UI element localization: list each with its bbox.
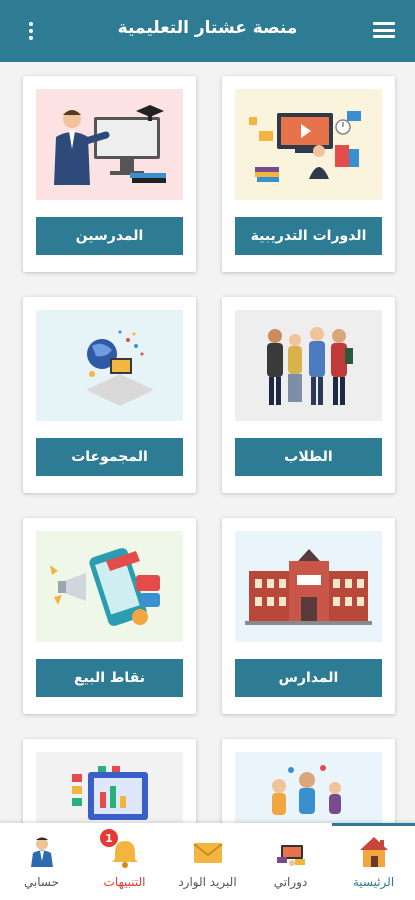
nav-account[interactable]: حسابي [0, 831, 83, 895]
card-training-courses[interactable]: الدورات التدريبية [222, 76, 395, 272]
app-title: منصة عشتار التعليمية [117, 18, 298, 38]
card-label: نقاط البيع [36, 659, 183, 697]
teacher-illustration [36, 89, 183, 200]
card-label: الدورات التدريبية [235, 217, 382, 255]
nav-label: دوراتي [273, 875, 308, 889]
card-label: المدارس [235, 659, 382, 697]
account-icon [26, 835, 58, 869]
groups-illustration [36, 310, 183, 421]
nav-home[interactable]: الرئيسية [332, 831, 415, 895]
my-courses-icon [275, 835, 307, 869]
home-icon [358, 835, 390, 869]
nav-inbox[interactable]: البريد الوارد [166, 831, 249, 895]
inbox-icon [192, 835, 224, 869]
students-illustration [235, 310, 382, 421]
card-schools[interactable]: المدارس [222, 518, 395, 714]
card-groups[interactable]: المجموعات [23, 297, 196, 493]
nav-label: حسابي [23, 875, 60, 889]
card-students[interactable]: الطلاب [222, 297, 395, 493]
bottom-navigation: الرئيسية دوراتي البريد الوارد 1 التنبيها… [0, 823, 415, 900]
active-tab-indicator [332, 823, 415, 826]
nav-label: البريد الوارد [178, 875, 237, 889]
card-points-of-sale[interactable]: نقاط البيع [23, 518, 196, 714]
nav-my-courses[interactable]: دوراتي [249, 831, 332, 895]
notification-count-badge: 1 [100, 829, 118, 847]
nav-label: الرئيسية [352, 875, 395, 889]
school-building-illustration [235, 531, 382, 642]
training-courses-illustration [235, 89, 382, 200]
nav-notifications[interactable]: 1 التنبيهات [83, 829, 166, 895]
nav-label: التنبيهات [103, 875, 146, 889]
more-options-icon[interactable] [22, 20, 40, 42]
card-label: المدرسين [36, 217, 183, 255]
points-of-sale-illustration [36, 531, 183, 642]
menu-icon[interactable] [373, 22, 395, 38]
card-label: المجموعات [36, 438, 183, 476]
card-label: الطلاب [235, 438, 382, 476]
app-bar: منصة عشتار التعليمية [0, 0, 415, 62]
card-teachers[interactable]: المدرسين [23, 76, 196, 272]
